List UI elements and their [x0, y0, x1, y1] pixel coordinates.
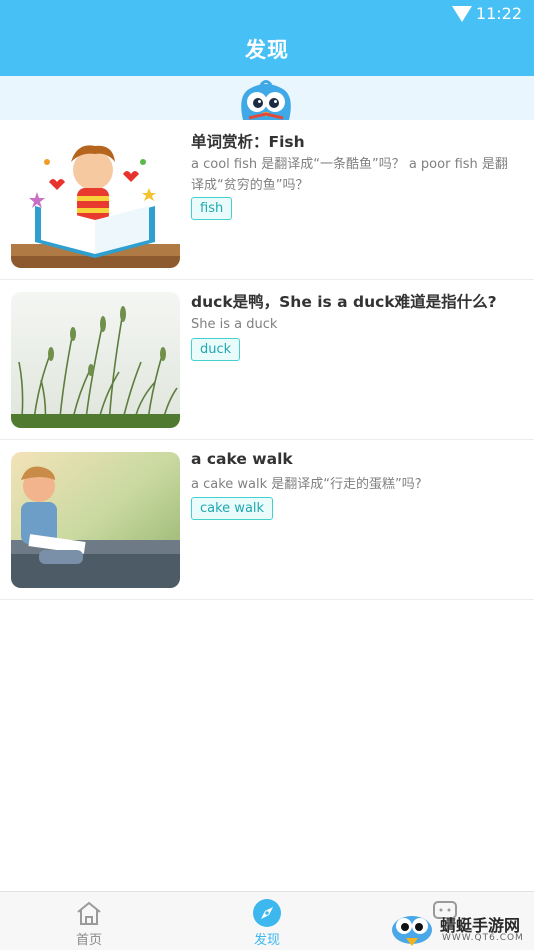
article-thumbnail-grass[interactable]	[11, 292, 180, 428]
article-thumbnail-laughing-boy[interactable]	[11, 452, 180, 588]
compass-icon	[253, 899, 281, 927]
owl-mascot-icon	[241, 80, 291, 120]
article-title: duck是鸭，She is a duck难道是指什么?	[191, 293, 497, 311]
dragonfly-logo-icon	[392, 916, 432, 946]
article-description: a cool fish 是翻译成“一条酷鱼”吗？ a poor fish 是翻译…	[191, 157, 508, 193]
article-title: 单词赏析：Fish	[191, 133, 305, 151]
article-description: a cake walk 是翻译成“行走的蛋糕”吗?	[191, 477, 422, 492]
article-item[interactable]: 单词赏析：Fish a cool fish 是翻译成“一条酷鱼”吗？ a poo…	[0, 120, 534, 280]
mascot-banner	[0, 76, 534, 120]
article-description: She is a duck	[191, 317, 278, 332]
article-list: 单词赏析：Fish a cool fish 是翻译成“一条酷鱼”吗？ a poo…	[0, 120, 534, 600]
article-title: a cake walk	[191, 450, 293, 468]
article-tag[interactable]: cake walk	[191, 497, 274, 520]
page-title: 发现	[245, 38, 289, 62]
app-header: 发现	[0, 28, 534, 76]
status-bar: 11:22	[0, 0, 534, 28]
nav-discover[interactable]: 发现	[207, 892, 327, 950]
home-icon	[77, 901, 101, 925]
nav-home-label: 首页	[75, 933, 102, 948]
article-tag[interactable]: duck	[191, 338, 241, 361]
watermark-url: WWW.QT6.COM	[442, 933, 524, 943]
watermark: 蜻蜓手游网 WWW.QT6.COM	[386, 902, 534, 949]
nav-discover-label: 发现	[253, 933, 280, 948]
article-tag[interactable]: fish	[191, 197, 233, 220]
wifi-icon	[452, 6, 472, 22]
article-thumbnail-reading-boy[interactable]	[11, 132, 180, 268]
article-item[interactable]: duck是鸭，She is a duck难道是指什么? She is a duc…	[0, 280, 534, 440]
nav-home[interactable]: 首页	[29, 892, 149, 950]
article-item[interactable]: a cake walk a cake walk 是翻译成“行走的蛋糕”吗? ca…	[0, 440, 534, 600]
status-time: 11:22	[475, 4, 522, 23]
